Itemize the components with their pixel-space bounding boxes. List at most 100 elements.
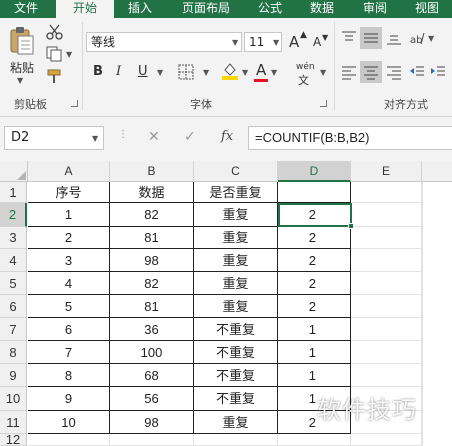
- orientation-icon[interactable]: ab: [409, 30, 425, 46]
- phonetic-button[interactable]: wén: [296, 62, 315, 72]
- cell-b8[interactable]: 100: [110, 341, 194, 364]
- tab-file[interactable]: 文件: [0, 0, 52, 18]
- cell-c3[interactable]: 重复: [194, 227, 278, 249]
- row-header-6[interactable]: 6: [0, 295, 27, 318]
- row-header-10[interactable]: 10: [0, 387, 27, 411]
- row-header-2[interactable]: 2: [0, 203, 27, 227]
- shrink-font-button[interactable]: A: [313, 35, 321, 49]
- font-size-dropdown-icon[interactable]: ▼: [273, 38, 279, 47]
- cell-d3[interactable]: 2: [278, 227, 351, 249]
- tab-data[interactable]: 数据: [298, 0, 346, 18]
- cell-c10[interactable]: 不重复: [194, 387, 278, 411]
- cell-a1[interactable]: 序号: [28, 182, 110, 203]
- paste-dropdown-icon[interactable]: ▼: [17, 76, 23, 85]
- column-header-f[interactable]: [422, 161, 452, 182]
- column-header-c[interactable]: C: [194, 161, 278, 182]
- cell-b4[interactable]: 98: [110, 249, 194, 272]
- cell-c11[interactable]: 重复: [194, 411, 278, 434]
- clipboard-launcher-icon[interactable]: [71, 100, 78, 107]
- cell-e12[interactable]: [351, 434, 422, 446]
- borders-dropdown-icon[interactable]: ▼: [203, 68, 209, 77]
- cell-b3[interactable]: 81: [110, 227, 194, 249]
- cell-d8[interactable]: 1: [278, 341, 351, 364]
- cut-icon[interactable]: [46, 24, 64, 40]
- cell-d1[interactable]: [278, 182, 351, 203]
- cell-a4[interactable]: 3: [28, 249, 110, 272]
- tab-insert[interactable]: 插入: [114, 0, 166, 18]
- fill-handle[interactable]: [348, 223, 354, 229]
- align-top-icon[interactable]: [341, 30, 357, 46]
- align-right-icon[interactable]: [386, 64, 402, 80]
- font-name-dropdown-icon[interactable]: ▼: [232, 38, 238, 47]
- cell-e5[interactable]: [351, 272, 422, 295]
- cell-d4[interactable]: 2: [278, 249, 351, 272]
- row-header-5[interactable]: 5: [0, 272, 27, 295]
- font-color-dropdown-icon[interactable]: ▼: [271, 68, 277, 77]
- tab-home[interactable]: 开始: [56, 0, 114, 18]
- tab-review[interactable]: 审阅: [352, 0, 398, 18]
- tab-view[interactable]: 视图: [404, 0, 450, 18]
- decrease-indent-icon[interactable]: [409, 64, 425, 80]
- cell-e1[interactable]: [351, 182, 422, 203]
- cell-c8[interactable]: 不重复: [194, 341, 278, 364]
- cell-b12[interactable]: [110, 434, 194, 446]
- cell-a7[interactable]: 6: [28, 318, 110, 341]
- fill-color-dropdown-icon[interactable]: ▼: [242, 68, 248, 77]
- cell-e7[interactable]: [351, 318, 422, 341]
- name-box[interactable]: D2: [4, 126, 104, 150]
- cell-a12[interactable]: [28, 434, 110, 446]
- font-launcher-icon[interactable]: [320, 100, 327, 107]
- row-header-12[interactable]: 12: [0, 433, 27, 446]
- cell-e6[interactable]: [351, 295, 422, 318]
- row-header-4[interactable]: 4: [0, 249, 27, 272]
- cell-a9[interactable]: 8: [28, 364, 110, 387]
- cell-a5[interactable]: 4: [28, 272, 110, 295]
- italic-button[interactable]: I: [116, 64, 121, 79]
- cell-d12[interactable]: [278, 434, 351, 446]
- cell-d6[interactable]: 2: [278, 295, 351, 318]
- cell-e2[interactable]: [351, 203, 422, 227]
- column-header-b[interactable]: B: [110, 161, 194, 182]
- row-header-8[interactable]: 8: [0, 341, 27, 364]
- font-color-button[interactable]: A: [256, 61, 266, 79]
- column-header-d[interactable]: D: [278, 161, 351, 182]
- cell-d9[interactable]: 1: [278, 364, 351, 387]
- align-left-icon[interactable]: [341, 64, 357, 80]
- cell-b6[interactable]: 81: [110, 295, 194, 318]
- font-name-box[interactable]: 等线: [86, 32, 242, 52]
- cell-c4[interactable]: 重复: [194, 249, 278, 272]
- cell-c9[interactable]: 不重复: [194, 364, 278, 387]
- fill-color-icon[interactable]: [221, 61, 239, 81]
- borders-icon[interactable]: [178, 64, 194, 80]
- cell-d2[interactable]: 2: [278, 203, 351, 227]
- row-header-1[interactable]: 1: [0, 182, 27, 203]
- paste-button-label[interactable]: 粘贴: [10, 59, 34, 76]
- tab-page-layout[interactable]: 页面布局: [170, 0, 242, 18]
- copy-dropdown-icon[interactable]: ▼: [66, 50, 72, 59]
- underline-button[interactable]: U: [138, 64, 148, 79]
- cell-a2[interactable]: 1: [28, 203, 110, 227]
- row-header-9[interactable]: 9: [0, 364, 27, 387]
- cell-c1[interactable]: 是否重复: [194, 182, 278, 203]
- phonetic-dropdown-icon[interactable]: ▼: [320, 68, 326, 77]
- cell-b11[interactable]: 98: [110, 411, 194, 434]
- cell-e4[interactable]: [351, 249, 422, 272]
- cell-b9[interactable]: 68: [110, 364, 194, 387]
- increase-indent-icon[interactable]: [430, 64, 446, 80]
- cell-b1[interactable]: 数据: [110, 182, 194, 203]
- row-header-7[interactable]: 7: [0, 318, 27, 341]
- cell-a3[interactable]: 2: [28, 227, 110, 249]
- cell-b7[interactable]: 36: [110, 318, 194, 341]
- insert-function-button[interactable]: fx: [221, 129, 233, 144]
- align-bottom-icon[interactable]: [386, 30, 402, 46]
- row-header-3[interactable]: 3: [0, 227, 27, 249]
- cell-d7[interactable]: 1: [278, 318, 351, 341]
- cell-d5[interactable]: 2: [278, 272, 351, 295]
- cell-c5[interactable]: 重复: [194, 272, 278, 295]
- cell-a10[interactable]: 9: [28, 387, 110, 411]
- cell-b10[interactable]: 56: [110, 387, 194, 411]
- grow-font-button[interactable]: A: [289, 33, 299, 51]
- cell-b5[interactable]: 82: [110, 272, 194, 295]
- tab-formulas[interactable]: 公式: [248, 0, 292, 18]
- underline-dropdown-icon[interactable]: ▼: [157, 68, 163, 77]
